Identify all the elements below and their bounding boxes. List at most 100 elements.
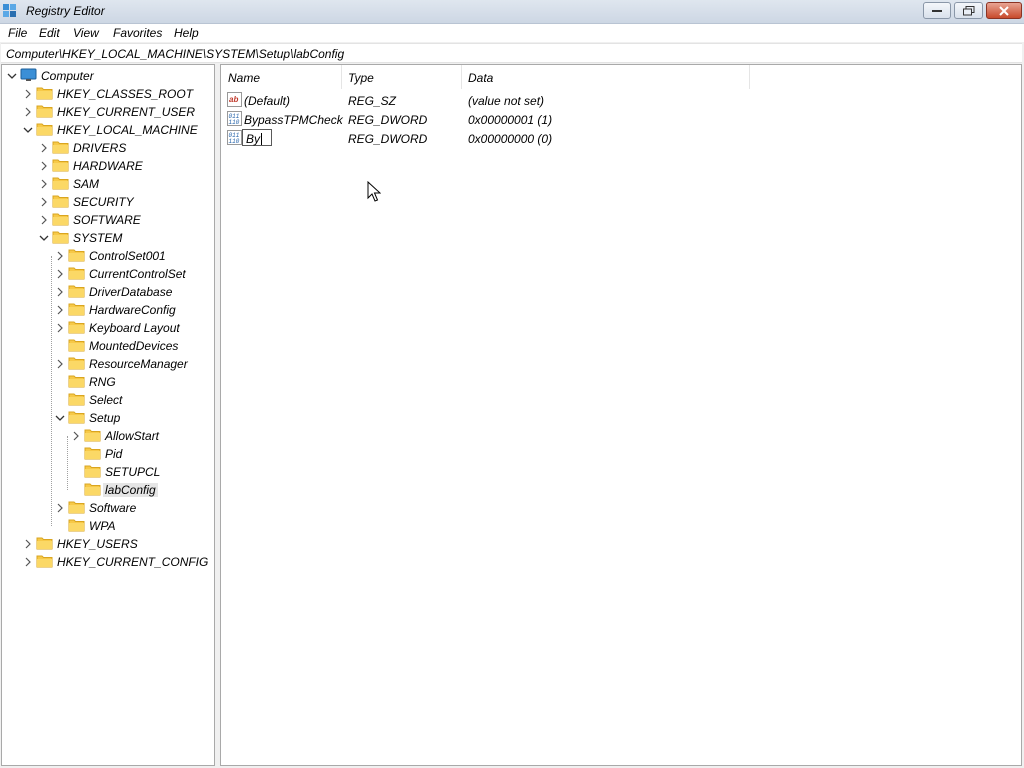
value-data: 0x00000001 (1) [468,113,553,127]
tree-node[interactable]: ResourceManager [2,355,214,372]
folder-icon [68,356,85,370]
close-button[interactable] [986,2,1022,19]
chevron-right-icon[interactable] [23,538,33,549]
tree-connector-line [67,436,68,490]
address-path[interactable]: Computer\HKEY_LOCAL_MACHINE\SYSTEM\Setup… [6,47,344,61]
tree-node[interactable]: Keyboard Layout [2,319,214,336]
column-header-name[interactable]: Name [221,65,341,89]
column-divider[interactable] [749,65,750,89]
value-type: REG_DWORD [348,113,428,127]
chevron-right-icon[interactable] [39,142,49,153]
chevron-right-icon[interactable] [71,430,81,441]
tree-node[interactable]: Setup [2,409,214,426]
folder-icon [36,122,53,136]
tree-node-label: CurrentControlSet [89,267,186,281]
tree-node[interactable]: MountedDevices [2,337,214,354]
tree-node[interactable]: Pid [2,445,214,462]
key-tree-pane[interactable]: Computer HKEY_CLASSES_ROOT HKEY_CURRENT_US… [1,64,215,766]
svg-text:ab: ab [229,95,238,104]
chevron-right-icon[interactable] [55,250,65,261]
restore-button[interactable] [954,2,983,19]
tree-node-label: HKEY_USERS [57,537,138,551]
tree-node[interactable]: DriverDatabase [2,283,214,300]
value-name: (Default) [244,94,291,108]
column-header-type[interactable]: Type [341,65,461,89]
tree-node-label: HARDWARE [73,159,143,173]
tree-node[interactable]: RNG [2,373,214,390]
menu-help[interactable]: Help [174,26,199,40]
chevron-right-icon[interactable] [39,160,49,171]
tree-node[interactable]: HKEY_USERS [2,535,214,552]
folder-icon [52,176,69,190]
tree-node-label: HardwareConfig [89,303,176,317]
tree-node[interactable]: SAM [2,175,214,192]
chevron-right-icon[interactable] [55,268,65,279]
tree-node-label: WPA [89,519,116,533]
chevron-down-icon[interactable] [39,232,49,242]
chevron-right-icon[interactable] [55,502,65,513]
tree-node[interactable]: SOFTWARE [2,211,214,228]
tree-node[interactable]: SETUPCL [2,463,214,480]
value-list-pane[interactable]: Name Type Data ab (Default) REG_SZ (valu… [220,64,1022,766]
tree-node-label: HKEY_LOCAL_MACHINE [57,123,198,137]
tree-node[interactable]: AllowStart [2,427,214,444]
folder-icon [68,500,85,514]
tree-node-computer[interactable]: Computer [2,67,214,84]
tree-node[interactable]: SECURITY [2,193,214,210]
tree-node[interactable]: HKEY_CLASSES_ROOT [2,85,214,102]
tree-connector-line [51,256,52,526]
chevron-right-icon[interactable] [39,214,49,225]
title-bar[interactable]: Registry Editor [0,0,1024,24]
chevron-down-icon[interactable] [7,70,17,80]
tree-node[interactable]: HKEY_LOCAL_MACHINE [2,121,214,138]
chevron-right-icon[interactable] [55,286,65,297]
tree-node[interactable]: HARDWARE [2,157,214,174]
chevron-right-icon[interactable] [55,358,65,369]
menu-file[interactable]: File [8,26,27,40]
mouse-pointer-icon [367,180,382,203]
tree-node-label: MountedDevices [89,339,179,353]
tree-node-label: Select [89,393,123,407]
tree-node[interactable]: ControlSet001 [2,247,214,264]
chevron-down-icon[interactable] [23,124,33,134]
chevron-down-icon[interactable] [55,412,65,422]
value-row[interactable]: 011 110 BypassTPMCheck REG_DWORD 0x00000… [221,110,781,129]
tree-node-label: Keyboard Layout [89,321,180,335]
menu-favorites[interactable]: Favorites [113,26,162,40]
chevron-right-icon[interactable] [23,556,33,567]
tree-node[interactable]: DRIVERS [2,139,214,156]
folder-icon [68,320,85,334]
chevron-right-icon[interactable] [55,322,65,333]
tree-node-label: DriverDatabase [89,285,173,299]
tree-node[interactable]: CurrentControlSet [2,265,214,282]
tree-node[interactable]: WPA [2,517,214,534]
column-header-type-label: Type [348,71,374,85]
rename-input[interactable]: By [242,129,272,146]
svg-text:110: 110 [229,119,240,126]
tree-node[interactable]: SYSTEM [2,229,214,246]
tree-node[interactable]: HardwareConfig [2,301,214,318]
chevron-right-icon[interactable] [39,196,49,207]
chevron-right-icon[interactable] [55,304,65,315]
value-row-editing[interactable]: 011 110 By REG_DWORD 0x00000000 (0) [221,129,781,148]
tree-node-label: Software [89,501,137,515]
tree-node[interactable]: Select [2,391,214,408]
address-bar[interactable]: Computer\HKEY_LOCAL_MACHINE\SYSTEM\Setup… [1,43,1022,63]
tree-node[interactable]: Software [2,499,214,516]
tree-node[interactable]: HKEY_CURRENT_CONFIG [2,553,214,570]
folder-icon [84,464,101,478]
value-row[interactable]: ab (Default) REG_SZ (value not set) [221,91,781,110]
tree-node[interactable]: HKEY_CURRENT_USER [2,103,214,120]
folder-icon [52,158,69,172]
chevron-right-icon[interactable] [39,178,49,189]
folder-icon [52,212,69,226]
folder-icon [84,482,101,496]
column-header-data[interactable]: Data [461,65,749,89]
menu-view[interactable]: View [73,26,99,40]
menu-edit[interactable]: Edit [39,26,60,40]
tree-node[interactable]: labConfig [2,481,214,498]
rename-input-text: By [246,132,261,146]
minimize-button[interactable] [923,2,951,19]
chevron-right-icon[interactable] [23,88,33,99]
chevron-right-icon[interactable] [23,106,33,117]
